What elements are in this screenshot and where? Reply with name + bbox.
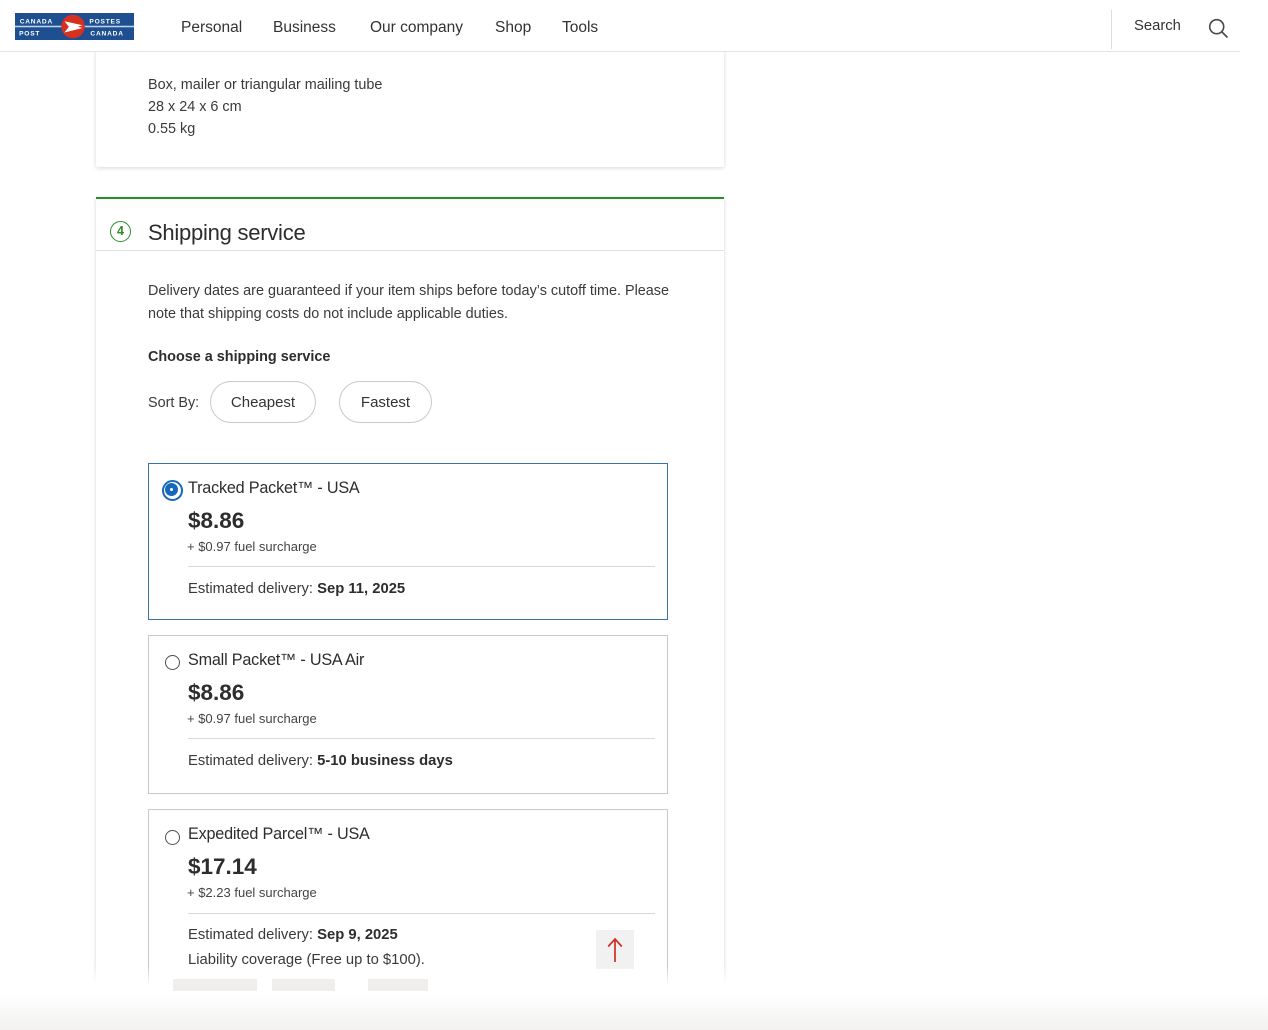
svg-text:POST: POST [19,30,40,37]
svg-text:POSTES: POSTES [89,19,121,26]
svg-text:CANADA: CANADA [20,19,53,26]
svg-text:CANADA: CANADA [90,30,123,37]
